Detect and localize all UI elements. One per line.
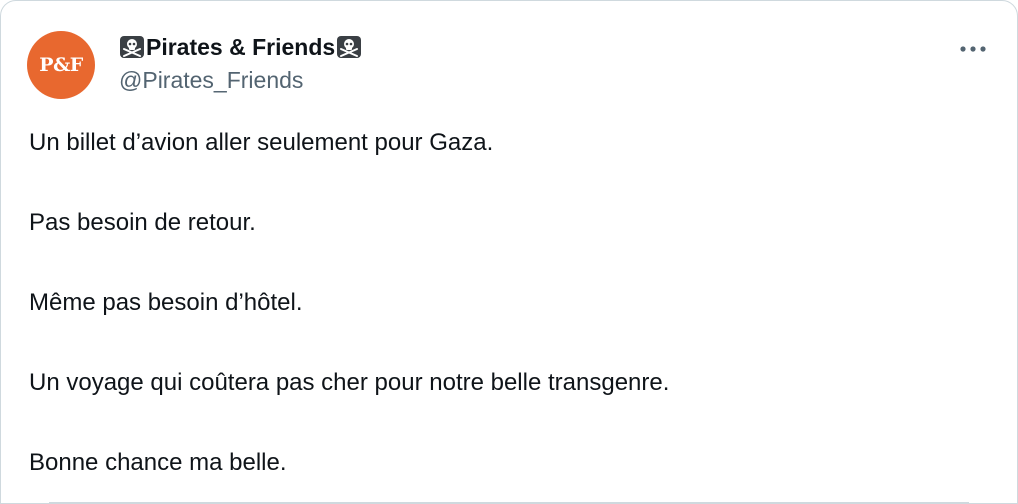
tweet-line: Pas besoin de retour. <box>29 209 256 236</box>
skull-and-crossbones-icon <box>336 35 362 59</box>
more-horizontal-icon <box>960 46 986 52</box>
tweet-line: Un billet d’avion aller seulement pour G… <box>29 129 494 156</box>
author-handle[interactable]: @Pirates_Friends <box>119 67 303 94</box>
tweet-card: P&F Pirates & Friends @Pirates_Friends U… <box>0 0 1018 504</box>
avatar-text: P&F <box>39 54 83 76</box>
display-name: Pirates & Friends <box>146 33 336 60</box>
more-options-button[interactable] <box>953 33 993 65</box>
avatar[interactable]: P&F <box>27 31 95 99</box>
tweet-line: Bonne chance ma belle. <box>29 449 287 476</box>
tweet-line: Un voyage qui coûtera pas cher pour notr… <box>29 369 670 396</box>
author-name-row[interactable]: Pirates & Friends <box>119 33 362 61</box>
tweet-text: Un billet d’avion aller seulement pour G… <box>29 127 989 504</box>
skull-and-crossbones-icon <box>119 35 145 59</box>
tweet-line: Même pas besoin d’hôtel. <box>29 289 303 316</box>
